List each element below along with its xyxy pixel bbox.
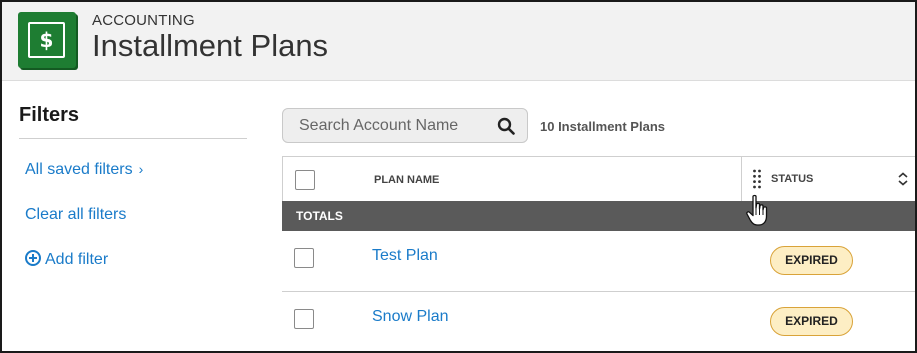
page-header: $ ACCOUNTING Installment Plans: [2, 2, 915, 81]
filters-sidebar: Filters All saved filters › Clear all fil…: [2, 82, 264, 351]
row-checkbox[interactable]: [294, 309, 314, 329]
table-row: Test Plan EXPIRED: [282, 231, 915, 292]
search-box: [282, 108, 528, 143]
add-filter-link[interactable]: Add filter: [25, 250, 108, 269]
table-header: PLAN NAME STATUS: [282, 156, 915, 201]
add-filter-label: Add filter: [45, 251, 109, 268]
filters-title: Filters: [19, 104, 80, 126]
dollar-icon: $: [28, 22, 65, 58]
page-title: Installment Plans: [92, 28, 329, 63]
search-input[interactable]: [283, 109, 483, 142]
results-count: 10 Installment Plans: [540, 119, 665, 134]
status-badge: EXPIRED: [770, 246, 853, 275]
sort-icon[interactable]: [897, 172, 909, 186]
select-all-checkbox[interactable]: [295, 170, 315, 190]
all-saved-filters-link[interactable]: All saved filters ›: [25, 161, 143, 179]
clear-all-filters-link[interactable]: Clear all filters: [25, 206, 126, 224]
plan-name-link[interactable]: Test Plan: [372, 247, 438, 265]
filters-divider: [19, 138, 247, 139]
search-icon[interactable]: [497, 117, 515, 135]
all-saved-filters-label: All saved filters: [25, 161, 133, 178]
hand-pointer-cursor-icon: [746, 194, 768, 226]
table-row: Snow Plan EXPIRED: [282, 292, 915, 351]
chevron-right-icon: ›: [138, 161, 144, 177]
section-label: ACCOUNTING: [92, 12, 195, 29]
plan-name-link[interactable]: Snow Plan: [372, 308, 449, 326]
column-header-status: STATUS: [771, 173, 814, 185]
app-window: $ ACCOUNTING Installment Plans Filters A…: [0, 0, 917, 353]
row-checkbox[interactable]: [294, 248, 314, 268]
plus-circle-icon: [25, 250, 41, 266]
drag-handle-icon[interactable]: [752, 168, 762, 190]
status-badge: EXPIRED: [770, 307, 853, 336]
totals-row: TOTALS: [282, 201, 915, 231]
accounting-app-icon: $: [18, 12, 76, 68]
column-header-plan-name[interactable]: PLAN NAME: [374, 174, 439, 186]
installment-plans-table: PLAN NAME STATUS TOTALS Test Plan EXPIRE…: [282, 156, 915, 351]
